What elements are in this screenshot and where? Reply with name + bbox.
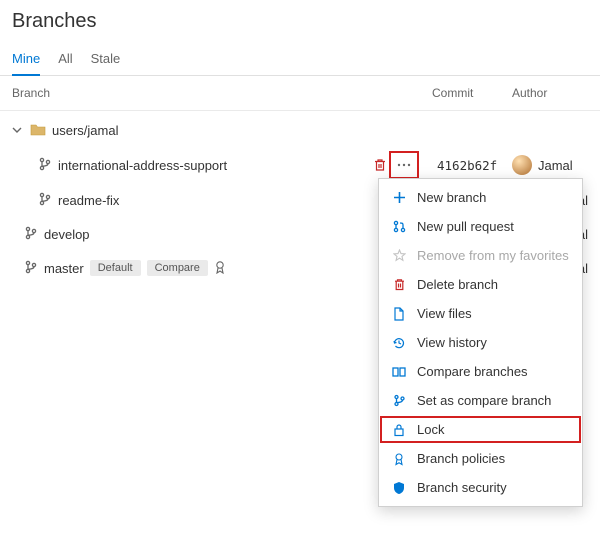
tab-stale[interactable]: Stale xyxy=(91,45,121,75)
branch-name: readme-fix xyxy=(58,193,119,208)
compare-icon xyxy=(391,366,407,378)
menu-view-history[interactable]: View history xyxy=(379,328,582,357)
plus-icon xyxy=(391,191,407,204)
branch-icon xyxy=(24,226,38,243)
folder-row[interactable]: users/jamal xyxy=(0,113,600,147)
header-branch: Branch xyxy=(12,86,362,100)
branch-name: develop xyxy=(44,227,90,242)
branch-icon xyxy=(391,394,407,407)
page-title: Branches xyxy=(0,0,600,37)
branch-name: international-address-support xyxy=(58,158,227,173)
tab-all[interactable]: All xyxy=(58,45,72,75)
file-icon xyxy=(391,307,407,321)
menu-label: View history xyxy=(417,335,487,350)
menu-label: Compare branches xyxy=(417,364,528,379)
menu-view-files[interactable]: View files xyxy=(379,299,582,328)
branch-icon xyxy=(38,157,52,174)
star-outline-icon xyxy=(391,249,407,262)
menu-new-pr[interactable]: New pull request xyxy=(379,212,582,241)
menu-label: Branch policies xyxy=(417,451,505,466)
lock-icon xyxy=(391,423,407,437)
history-icon xyxy=(391,336,407,350)
trash-icon[interactable] xyxy=(373,158,387,172)
shield-icon xyxy=(391,481,407,495)
menu-remove-favorite: Remove from my favorites xyxy=(379,241,582,270)
context-menu: New branch New pull request Remove from … xyxy=(378,178,583,507)
ribbon-icon xyxy=(391,452,407,466)
folder-icon xyxy=(30,122,46,139)
menu-compare-branches[interactable]: Compare branches xyxy=(379,357,582,386)
more-actions-button[interactable] xyxy=(391,153,417,177)
commit-hash[interactable]: 4162b62f xyxy=(417,158,512,173)
menu-label: Lock xyxy=(417,422,444,437)
menu-label: New branch xyxy=(417,190,486,205)
tab-mine[interactable]: Mine xyxy=(12,45,40,76)
menu-label: Set as compare branch xyxy=(417,393,551,408)
menu-label: Branch security xyxy=(417,480,507,495)
menu-label: New pull request xyxy=(417,219,514,234)
menu-lock[interactable]: Lock xyxy=(379,415,582,444)
compare-badge: Compare xyxy=(147,260,208,276)
menu-label: View files xyxy=(417,306,472,321)
column-headers: Branch Commit Author xyxy=(0,76,600,111)
menu-label: Remove from my favorites xyxy=(417,248,569,263)
avatar xyxy=(512,155,532,175)
folder-name: users/jamal xyxy=(52,123,118,138)
default-badge: Default xyxy=(90,260,141,276)
header-author: Author xyxy=(512,86,588,100)
menu-set-compare[interactable]: Set as compare branch xyxy=(379,386,582,415)
chevron-down-icon[interactable] xyxy=(12,125,24,135)
author-name: Jamal xyxy=(538,158,573,173)
menu-label: Delete branch xyxy=(417,277,498,292)
menu-new-branch[interactable]: New branch xyxy=(379,183,582,212)
pull-request-icon xyxy=(391,220,407,233)
header-commit: Commit xyxy=(362,86,512,100)
ribbon-icon xyxy=(214,260,226,277)
menu-branch-security[interactable]: Branch security xyxy=(379,473,582,502)
branch-icon xyxy=(38,192,52,209)
branch-name: master xyxy=(44,261,84,276)
branch-icon xyxy=(24,260,38,277)
menu-branch-policies[interactable]: Branch policies xyxy=(379,444,582,473)
menu-delete-branch[interactable]: Delete branch xyxy=(379,270,582,299)
trash-icon xyxy=(391,278,407,291)
tabs-bar: Mine All Stale xyxy=(0,37,600,76)
